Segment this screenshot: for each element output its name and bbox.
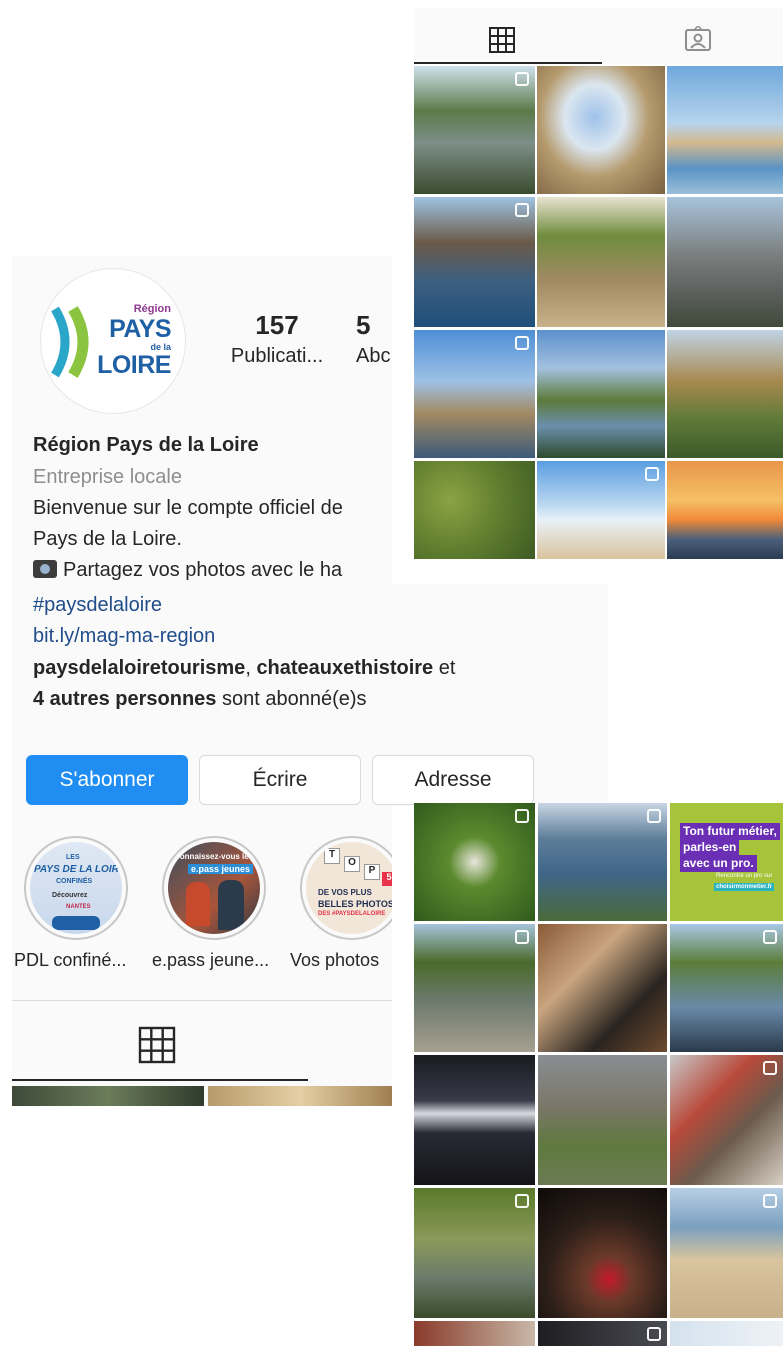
highlight-pdl-confines[interactable]: LES PAYS DE LA LOIRE CONFINÉS Découvrez … (14, 836, 132, 970)
post-thumbnail[interactable] (414, 924, 535, 1052)
carousel-icon (647, 809, 661, 823)
grid-tab-indicator (12, 1079, 308, 1081)
post-thumbnail[interactable] (667, 197, 783, 327)
grid-tab-indicator (414, 62, 602, 64)
post-thumbnail[interactable] (537, 330, 665, 458)
promo-line-5: choisirmonmetier.fr (714, 883, 775, 891)
carousel-icon (763, 930, 777, 944)
promo-line-2: parles-en (680, 839, 740, 856)
post-thumbnail[interactable] (414, 1055, 535, 1185)
post-thumbnail[interactable] (538, 1188, 667, 1318)
post-thumbnail[interactable] (538, 1055, 667, 1185)
post-thumbnail[interactable] (12, 1086, 204, 1106)
post-thumbnail[interactable] (667, 66, 783, 194)
post-thumbnail[interactable] (414, 803, 535, 921)
carousel-icon (645, 467, 659, 481)
profile-tab-bar (414, 8, 783, 64)
post-thumbnail[interactable] (670, 1188, 783, 1318)
post-thumbnail[interactable] (414, 1321, 535, 1346)
post-thumbnail[interactable] (208, 1086, 392, 1106)
carousel-icon (515, 203, 529, 217)
highlight-epass-jeunes[interactable]: Connaissez-vous le e.pass jeunes e.pass … (152, 836, 270, 970)
highlight-label: PDL confiné... (14, 950, 127, 970)
post-thumbnail[interactable] (538, 1321, 667, 1346)
post-thumbnail[interactable] (670, 924, 783, 1052)
post-thumbnail[interactable] (538, 803, 667, 921)
address-button[interactable]: Adresse (372, 755, 534, 805)
post-thumbnail[interactable] (667, 330, 783, 458)
promo-line-1: Ton futur métier, (680, 823, 780, 840)
post-thumbnail[interactable] (537, 197, 665, 327)
post-thumbnail[interactable] (414, 66, 535, 194)
carousel-icon (763, 1061, 777, 1075)
post-thumbnail[interactable] (538, 924, 667, 1052)
post-promo-tile[interactable]: Ton futur métier, parles-en avec un pro.… (670, 803, 783, 921)
post-thumbnail[interactable] (414, 197, 535, 327)
highlight-cover: Connaissez-vous le e.pass jeunes (168, 842, 260, 934)
post-thumbnail[interactable] (414, 1188, 535, 1318)
profile-tabs-divider (12, 1000, 392, 1001)
photo-grid-top (414, 8, 783, 559)
highlight-vos-photos[interactable]: T O P 5 DE VOS PLUS BELLES PHOTOS DES #P… (290, 836, 392, 970)
post-thumbnail[interactable] (414, 461, 535, 559)
photo-grid-bottom: Ton futur métier, parles-en avec un pro.… (414, 803, 783, 1346)
post-thumbnail[interactable] (667, 461, 783, 559)
highlight-cover: T O P 5 DE VOS PLUS BELLES PHOTOS DES #P… (306, 842, 392, 934)
carousel-icon (515, 336, 529, 350)
carousel-icon (515, 72, 529, 86)
tagged-icon[interactable] (684, 26, 712, 54)
post-thumbnail[interactable] (414, 330, 535, 458)
carousel-icon (515, 809, 529, 823)
highlight-label: e.pass jeune... (152, 950, 270, 970)
grid-icon[interactable] (488, 26, 516, 54)
promo-line-3: avec un pro. (680, 855, 757, 872)
grid-icon[interactable] (138, 1026, 176, 1064)
post-thumbnail[interactable] (537, 66, 665, 194)
post-thumbnail[interactable] (537, 461, 665, 559)
highlight-cover: LES PAYS DE LA LOIRE CONFINÉS Découvrez … (30, 842, 122, 934)
post-thumbnail[interactable] (670, 1321, 783, 1346)
carousel-icon (515, 1194, 529, 1208)
highlight-label: Vos photos (290, 950, 380, 970)
carousel-icon (515, 930, 529, 944)
post-thumbnail[interactable] (670, 1055, 783, 1185)
carousel-icon (647, 1327, 661, 1341)
profile-lower-section: LES PAYS DE LA LOIRE CONFINÉS Découvrez … (12, 256, 392, 1106)
promo-line-4: Rencontre un pro sur (716, 873, 773, 879)
carousel-icon (763, 1194, 777, 1208)
